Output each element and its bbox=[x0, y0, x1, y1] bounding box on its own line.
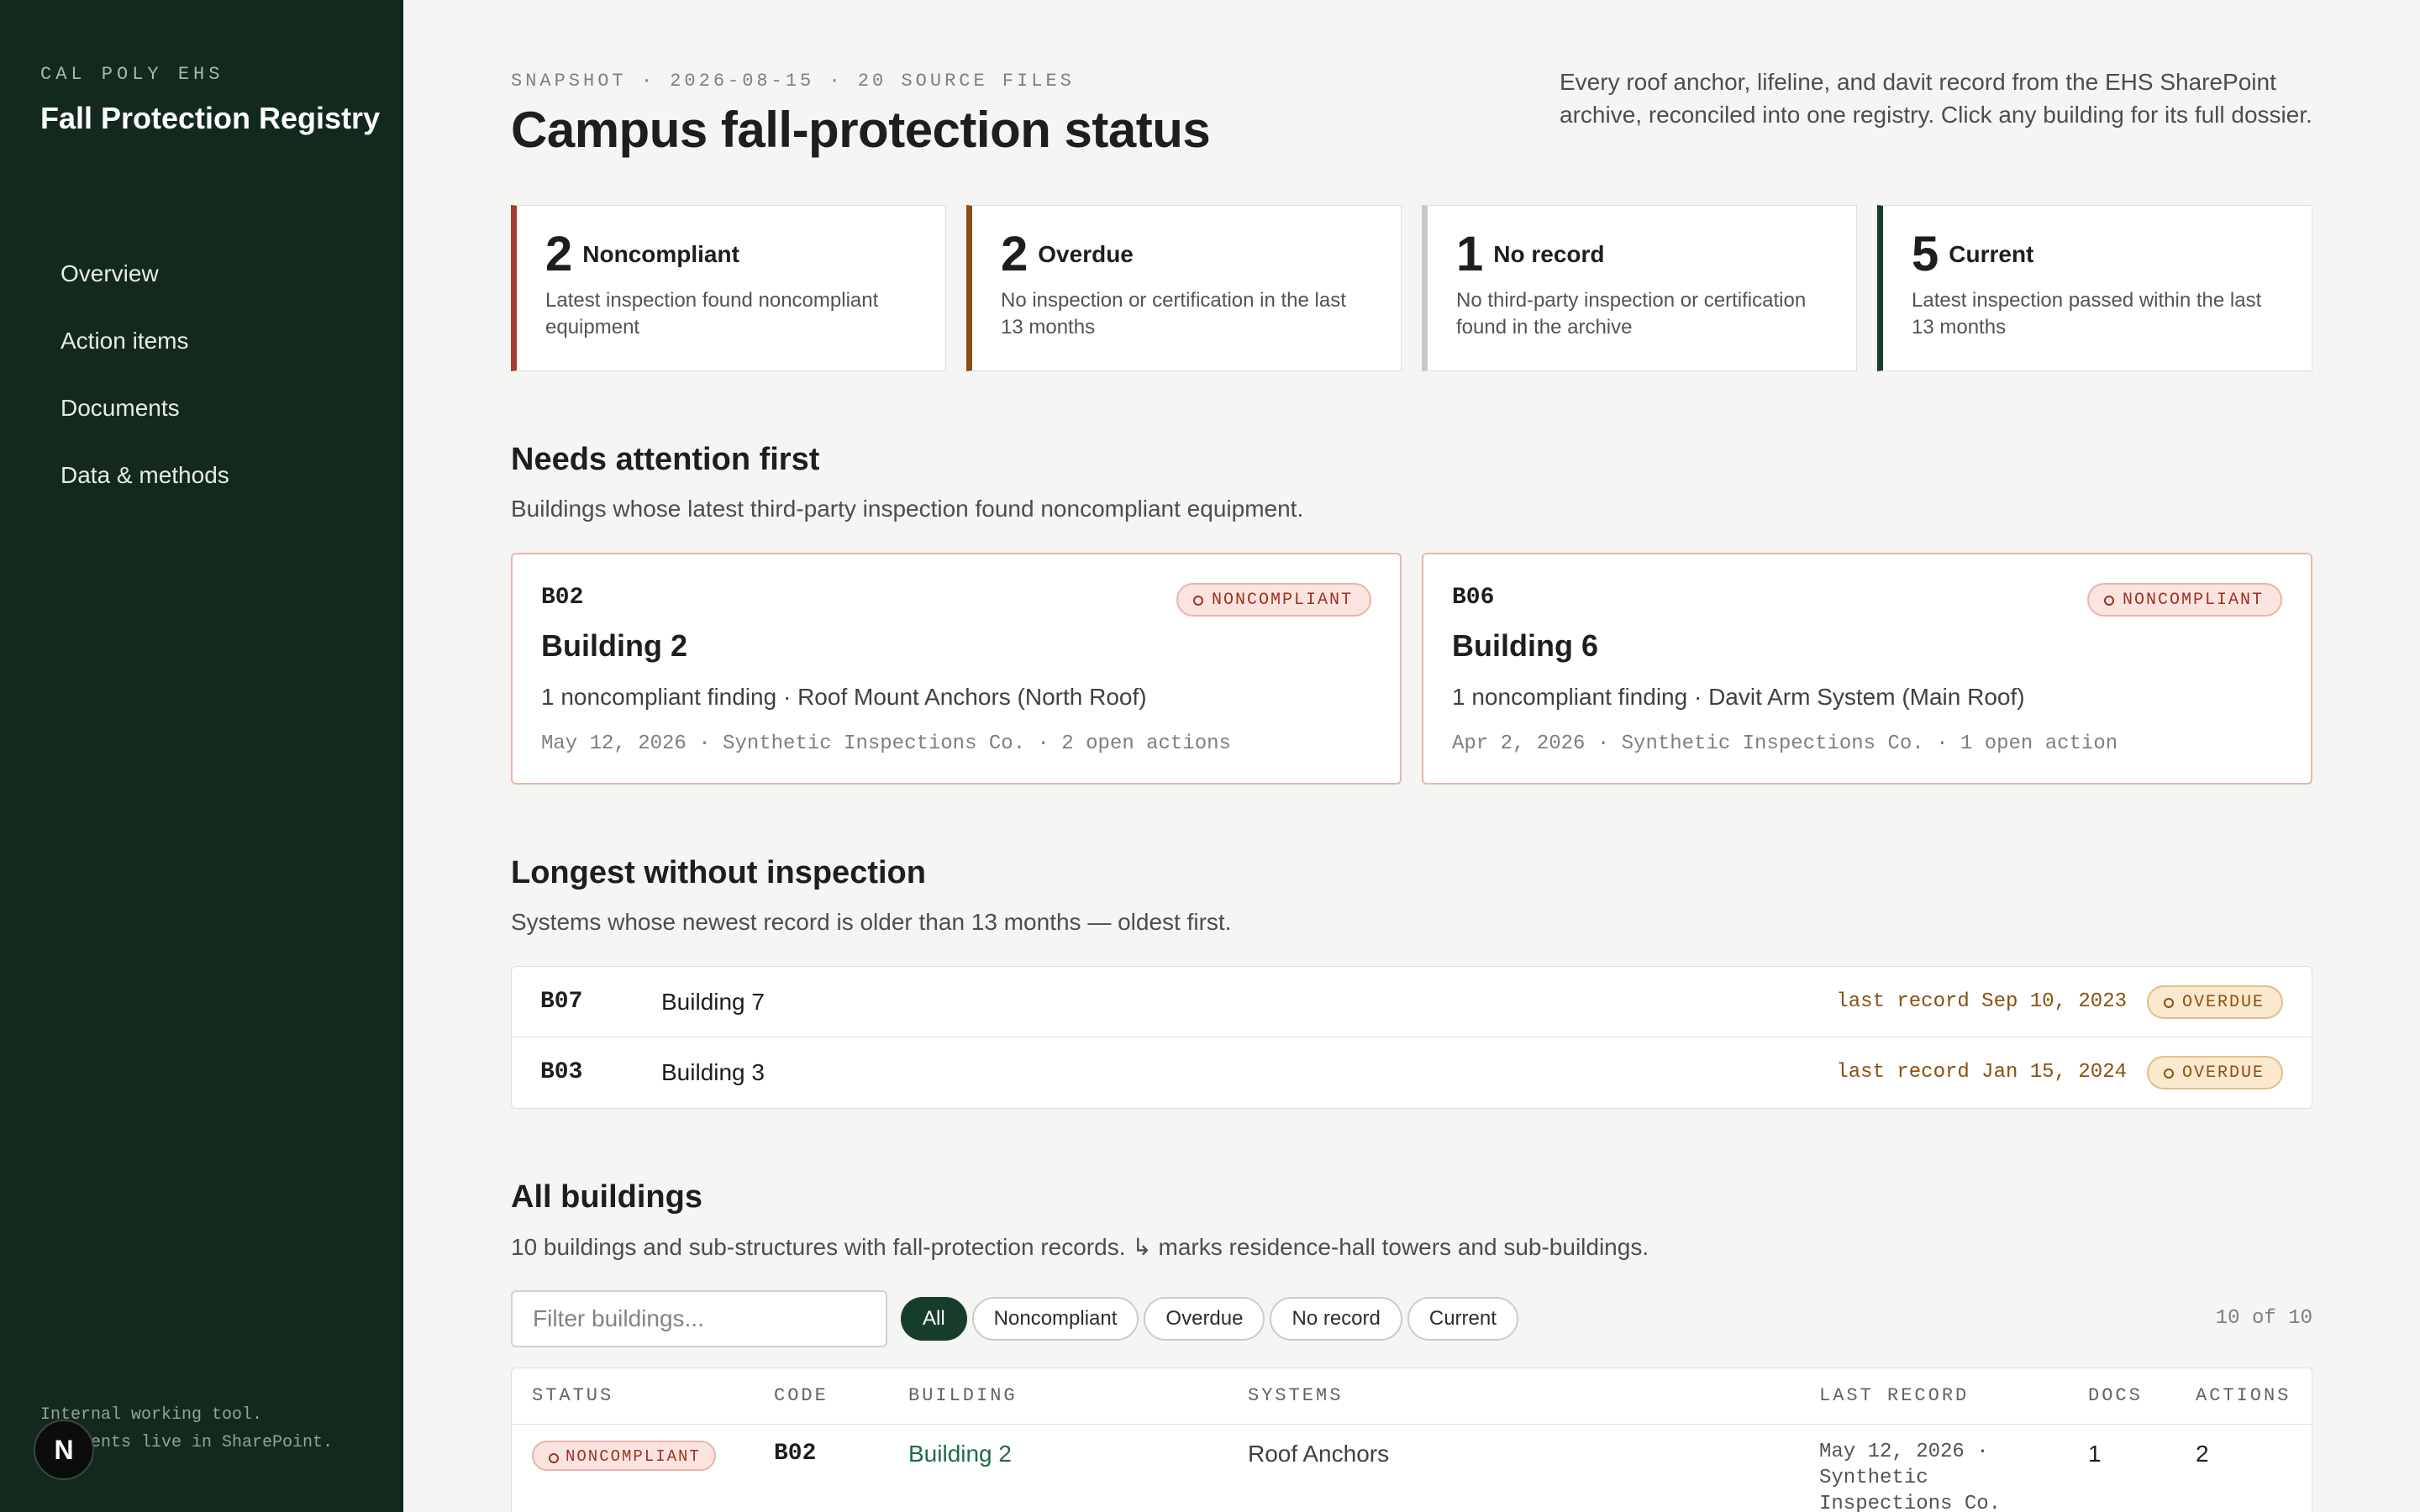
building-code: B03 bbox=[540, 1059, 583, 1085]
main-content: SNAPSHOT · 2026-08-15 · 20 SOURCE FILES … bbox=[511, 0, 2312, 1512]
column-header-last-record[interactable]: LAST RECORD bbox=[1819, 1385, 1969, 1406]
last-record-cell: May 12, 2026 · Synthetic Inspections Co. bbox=[1819, 1441, 2002, 1512]
column-header-building[interactable]: BUILDING bbox=[908, 1385, 1018, 1406]
nav-item-data-methods[interactable]: Data & methods bbox=[40, 454, 368, 521]
building-code: B06 bbox=[1452, 585, 1495, 611]
chip-current[interactable]: Current bbox=[1407, 1297, 1518, 1341]
stat-number: 2 bbox=[545, 227, 573, 281]
section-subtitle-attention: Buildings whose latest third-party inspe… bbox=[511, 496, 1304, 522]
column-header-systems[interactable]: SYSTEMS bbox=[1248, 1385, 1343, 1406]
status-badge-noncompliant: NONCOMPLIANT bbox=[1176, 583, 1371, 617]
nav-item-overview[interactable]: Overview bbox=[40, 252, 368, 319]
app-launcher-badge[interactable]: N bbox=[34, 1420, 94, 1480]
stat-label: Current bbox=[1949, 240, 2034, 267]
actions-count: 2 bbox=[2196, 1441, 2209, 1467]
chip-overdue[interactable]: Overdue bbox=[1144, 1297, 1265, 1341]
building-name: Building 6 bbox=[1452, 628, 1598, 663]
stat-description: Latest inspection passed within the last… bbox=[1912, 289, 2262, 339]
stat-label: Overdue bbox=[1038, 240, 1134, 267]
stat-card-no-record[interactable]: 1 No record No third-party inspection or … bbox=[1422, 205, 1857, 371]
status-badge-noncompliant: NONCOMPLIANT bbox=[532, 1441, 716, 1471]
overdue-row-b07[interactable]: B07 Building 7 last record Sep 10, 2023 … bbox=[512, 967, 2312, 1037]
page-title: Campus fall-protection status bbox=[511, 102, 1211, 158]
status-badge-noncompliant: NONCOMPLIANT bbox=[2086, 583, 2282, 617]
building-code: B07 bbox=[540, 989, 583, 1015]
finding-summary: 1 noncompliant finding · Davit Arm Syste… bbox=[1452, 684, 2025, 710]
systems-cell: Roof Anchors bbox=[1248, 1441, 1390, 1467]
column-header-status[interactable]: STATUS bbox=[532, 1385, 613, 1406]
status-filter-chips: All Noncompliant Overdue No record Current bbox=[901, 1297, 1523, 1341]
stat-description: No third-party inspection or certificati… bbox=[1456, 289, 1807, 339]
building-name: Building 2 bbox=[541, 628, 687, 663]
section-title-attention: Needs attention first bbox=[511, 442, 820, 477]
status-summary: 2 Noncompliant Latest inspection found no… bbox=[511, 205, 2312, 371]
table-header-divider bbox=[512, 1424, 2312, 1425]
stat-card-noncompliant[interactable]: 2 Noncompliant Latest inspection found no… bbox=[511, 205, 946, 371]
stat-label: No record bbox=[1493, 240, 1605, 267]
stat-number: 2 bbox=[1001, 227, 1028, 281]
attention-card-b06[interactable]: B06 NONCOMPLIANT Building 6 1 noncomplia… bbox=[1422, 553, 2312, 785]
building-link[interactable]: Building 2 bbox=[908, 1441, 1012, 1467]
section-subtitle-all-buildings: 10 buildings and sub-structures with fal… bbox=[511, 1234, 1649, 1260]
building-name: Building 7 bbox=[661, 989, 765, 1015]
stat-number: 5 bbox=[1912, 227, 1939, 281]
stat-card-overdue[interactable]: 2 Overdue No inspection or certification … bbox=[966, 205, 1402, 371]
footer-line-1: Internal working tool. bbox=[40, 1405, 263, 1425]
column-header-actions[interactable]: ACTIONS bbox=[2196, 1385, 2291, 1406]
overdue-list: B07 Building 7 last record Sep 10, 2023 … bbox=[511, 966, 2312, 1109]
building-name: Building 3 bbox=[661, 1059, 765, 1085]
sidebar-nav: Overview Action items Documents Data & m… bbox=[40, 252, 368, 521]
org-kicker: CAL POLY EHS bbox=[40, 64, 224, 85]
section-title-all-buildings: All buildings bbox=[511, 1179, 702, 1215]
stat-description: Latest inspection found noncompliant equ… bbox=[545, 289, 879, 339]
stat-description: No inspection or certification in the la… bbox=[1001, 289, 1346, 339]
chip-all[interactable]: All bbox=[901, 1297, 967, 1341]
docs-count: 1 bbox=[2088, 1441, 2102, 1467]
section-subtitle-longest: Systems whose newest record is older tha… bbox=[511, 909, 1232, 935]
app-title: Fall Protection Registry bbox=[40, 101, 381, 135]
buildings-table: STATUS CODE BUILDING SYSTEMS LAST RECORD… bbox=[511, 1368, 2312, 1512]
section-title-longest: Longest without inspection bbox=[511, 855, 926, 890]
page-intro: Every roof anchor, lifeline, and davit r… bbox=[1560, 69, 2312, 128]
inspection-meta: Apr 2, 2026 · Synthetic Inspections Co. … bbox=[1452, 732, 2118, 755]
snapshot-meta: SNAPSHOT · 2026-08-15 · 20 SOURCE FILES bbox=[511, 71, 1075, 92]
attention-card-b02[interactable]: B02 NONCOMPLIANT Building 2 1 noncomplia… bbox=[511, 553, 1402, 785]
status-badge-overdue: OVERDUE bbox=[2146, 1056, 2283, 1089]
nav-item-documents[interactable]: Documents bbox=[40, 386, 368, 454]
building-code: B02 bbox=[541, 585, 584, 611]
building-code: B02 bbox=[774, 1441, 817, 1467]
stat-number: 1 bbox=[1456, 227, 1484, 281]
result-count: 10 of 10 bbox=[2215, 1307, 2312, 1330]
filter-buildings-input[interactable] bbox=[511, 1290, 887, 1347]
column-header-docs[interactable]: DOCS bbox=[2088, 1385, 2143, 1406]
sidebar: CAL POLY EHS Fall Protection Registry Ov… bbox=[0, 0, 403, 1512]
stat-label: Noncompliant bbox=[582, 240, 739, 267]
column-header-code[interactable]: CODE bbox=[774, 1385, 829, 1406]
last-record: last record Jan 15, 2024 bbox=[1836, 1061, 2127, 1084]
stat-card-current[interactable]: 5 Current Latest inspection passed within… bbox=[1877, 205, 2312, 371]
chip-noncompliant[interactable]: Noncompliant bbox=[971, 1297, 1139, 1341]
inspection-meta: May 12, 2026 · Synthetic Inspections Co.… bbox=[541, 732, 1231, 755]
last-record: last record Sep 10, 2023 bbox=[1836, 990, 2127, 1013]
overdue-row-b03[interactable]: B03 Building 3 last record Jan 15, 2024 … bbox=[512, 1037, 2312, 1108]
status-badge-overdue: OVERDUE bbox=[2146, 985, 2283, 1019]
chip-no-record[interactable]: No record bbox=[1270, 1297, 1402, 1341]
finding-summary: 1 noncompliant finding · Roof Mount Anch… bbox=[541, 684, 1147, 710]
nav-item-action-items[interactable]: Action items bbox=[40, 319, 368, 386]
